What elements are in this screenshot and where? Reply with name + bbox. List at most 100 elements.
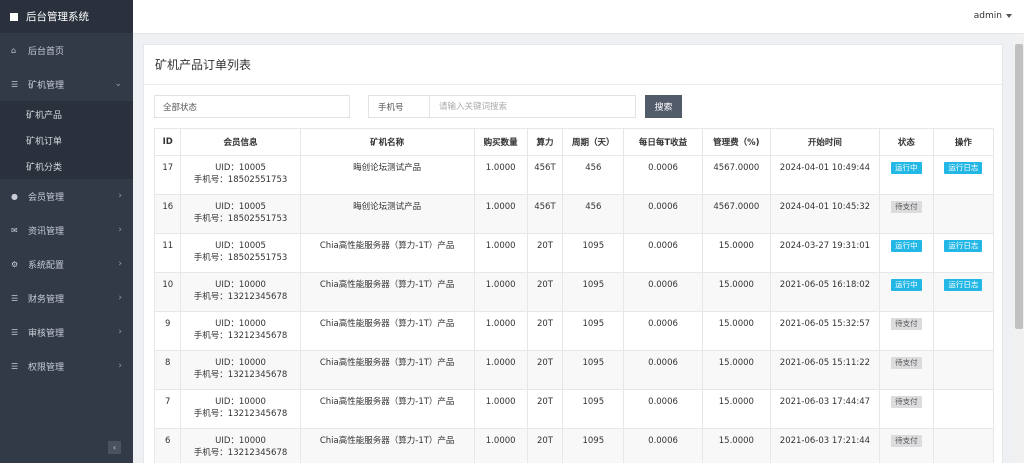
cell-start-time: 2024-04-01 10:45:32 — [769, 194, 880, 234]
sidebar-item-label: 后台首页 — [28, 46, 65, 57]
sidebar-subitem-miner-product[interactable]: 矿机产品 — [0, 101, 133, 127]
cell-cycle: 1095 — [562, 389, 625, 429]
sidebar-collapse-button[interactable]: ‹ — [108, 441, 121, 454]
sidebar-subitem-miner-order[interactable]: 矿机订单 — [0, 127, 133, 153]
status-select[interactable]: 全部状态 — [154, 95, 350, 118]
cell-member: UID：10000 手机号：13212345678 — [180, 389, 301, 429]
col-header: 周期（天） — [562, 128, 625, 156]
run-log-button[interactable]: 运行日志 — [944, 240, 983, 252]
cell-status: 待支付 — [878, 311, 934, 351]
member-phone: 手机号：18502551753 — [193, 253, 288, 263]
chevron-right-icon: › — [118, 191, 122, 201]
scrollbar-thumb[interactable] — [1015, 44, 1023, 329]
cell-miner-name: 晦创论坛测试产品 — [299, 194, 475, 234]
cell-miner-name: Chia高性能服务器（算力-1T）产品 — [299, 311, 475, 351]
status-badge: 待支付 — [891, 435, 922, 447]
cell-fee: 4567.0000 — [701, 155, 771, 195]
cell-power: 20T — [526, 311, 564, 351]
col-header: 每日每T收益 — [623, 128, 703, 156]
cell-id: 10 — [153, 272, 182, 312]
col-header: 会员信息 — [180, 128, 301, 156]
cell-power: 20T — [526, 233, 564, 273]
member-phone: 手机号：13212345678 — [193, 448, 288, 458]
cell-id: 7 — [153, 389, 182, 429]
table-row: 11 UID：10005 手机号：18502551753 Chia高性能服务器（算力-… — [153, 233, 995, 273]
page-title: 矿机产品订单列表 — [144, 45, 1002, 85]
run-log-button[interactable]: 运行日志 — [944, 162, 983, 174]
cell-action — [932, 194, 995, 234]
keyword-input[interactable] — [430, 95, 636, 118]
cell-power: 20T — [526, 428, 564, 463]
sidebar-item-miner-mgmt[interactable]: ☰ 矿机管理 ⌄ — [0, 67, 133, 101]
cell-qty: 1.0000 — [473, 155, 528, 195]
cell-daily-yield: 0.0006 — [623, 350, 703, 390]
user-name: admin — [973, 11, 1002, 21]
table-row: 7 UID：10000 手机号：13212345678 Chia高性能服务器（算力-1… — [153, 389, 995, 429]
member-uid: UID：10005 — [215, 202, 266, 212]
chevron-right-icon: › — [118, 225, 122, 235]
square-icon — [10, 12, 18, 21]
cell-fee: 15.0000 — [701, 389, 771, 429]
cell-start-time: 2021-06-05 15:32:57 — [769, 311, 880, 351]
cell-status: 运行中 — [878, 272, 934, 312]
member-uid: UID：10000 — [215, 358, 266, 368]
cell-action — [932, 311, 995, 351]
list-icon: ☰ — [11, 293, 19, 303]
sidebar-item-permission-mgmt[interactable]: ☰ 权限管理 › — [0, 349, 133, 383]
sidebar-item-audit-mgmt[interactable]: ☰ 审核管理 › — [0, 315, 133, 349]
run-log-button[interactable]: 运行日志 — [944, 279, 983, 291]
cell-miner-name: Chia高性能服务器（算力-1T）产品 — [299, 233, 475, 273]
cell-cycle: 1095 — [562, 272, 625, 312]
cell-cycle: 1095 — [562, 233, 625, 273]
filter-bar: 全部状态 手机号 搜索 — [154, 95, 994, 119]
brand-title: 后台管理系统 — [26, 11, 89, 23]
table-header-row: ID 会员信息 矿机名称 购买数量 算力 周期（天） 每日每T收益 管理费（%)… — [153, 128, 995, 156]
cell-power: 456T — [526, 155, 564, 195]
sidebar-item-label: 审核管理 — [28, 328, 65, 339]
cell-miner-name: Chia高性能服务器（算力-1T）产品 — [299, 428, 475, 463]
member-phone: 手机号：13212345678 — [193, 331, 288, 341]
sidebar: 后台管理系统 ⌂ 后台首页 ☰ 矿机管理 ⌄ 矿机产品 矿机订单 矿机分类 ● … — [0, 0, 133, 463]
member-uid: UID：10000 — [215, 397, 266, 407]
cell-miner-name: Chia高性能服务器（算力-1T）产品 — [299, 350, 475, 390]
search-button[interactable]: 搜索 — [645, 95, 682, 118]
cell-cycle: 456 — [562, 155, 625, 195]
cell-member: UID：10005 手机号：18502551753 — [180, 194, 301, 234]
cell-daily-yield: 0.0006 — [623, 272, 703, 312]
table-row: 10 UID：10000 手机号：13212345678 Chia高性能服务器（算力-… — [153, 272, 995, 312]
sidebar-item-label: 权限管理 — [28, 362, 65, 373]
cell-id: 8 — [153, 350, 182, 390]
cell-daily-yield: 0.0006 — [623, 311, 703, 351]
user-menu[interactable]: admin — [974, 11, 1012, 21]
cell-status: 待支付 — [878, 389, 934, 429]
cell-status: 待支付 — [878, 350, 934, 390]
sidebar-subitem-miner-category[interactable]: 矿机分类 — [0, 153, 133, 179]
cell-daily-yield: 0.0006 — [623, 389, 703, 429]
member-uid: UID：10000 — [215, 436, 266, 446]
cell-qty: 1.0000 — [473, 311, 528, 351]
cell-daily-yield: 0.0006 — [623, 233, 703, 273]
chevron-right-icon: › — [118, 259, 122, 269]
list-icon: ☰ — [11, 327, 19, 337]
cell-status: 待支付 — [878, 428, 934, 463]
cell-member: UID：10000 手机号：13212345678 — [180, 350, 301, 390]
sidebar-item-system-config[interactable]: ⚙ 系统配置 › — [0, 247, 133, 281]
order-table: ID 会员信息 矿机名称 购买数量 算力 周期（天） 每日每T收益 管理费（%)… — [153, 128, 995, 463]
sidebar-item-home[interactable]: ⌂ 后台首页 — [0, 33, 133, 67]
cell-fee: 15.0000 — [701, 428, 771, 463]
cell-power: 20T — [526, 350, 564, 390]
sidebar-item-member-mgmt[interactable]: ● 会员管理 › — [0, 179, 133, 213]
cell-status: 运行中 — [878, 155, 934, 195]
sidebar-item-finance-mgmt[interactable]: ☰ 财务管理 › — [0, 281, 133, 315]
cell-action: 运行日志 — [932, 155, 995, 195]
cell-action — [932, 350, 995, 390]
field-select[interactable]: 手机号 — [368, 95, 430, 118]
status-badge: 待支付 — [891, 357, 922, 369]
home-icon: ⌂ — [11, 45, 17, 55]
sidebar-item-news-mgmt[interactable]: ✉ 资讯管理 › — [0, 213, 133, 247]
cell-power: 20T — [526, 389, 564, 429]
col-header: 操作 — [932, 128, 995, 156]
cell-action: 运行日志 — [932, 233, 995, 273]
cell-start-time: 2024-03-27 19:31:01 — [769, 233, 880, 273]
cell-fee: 15.0000 — [701, 272, 771, 312]
